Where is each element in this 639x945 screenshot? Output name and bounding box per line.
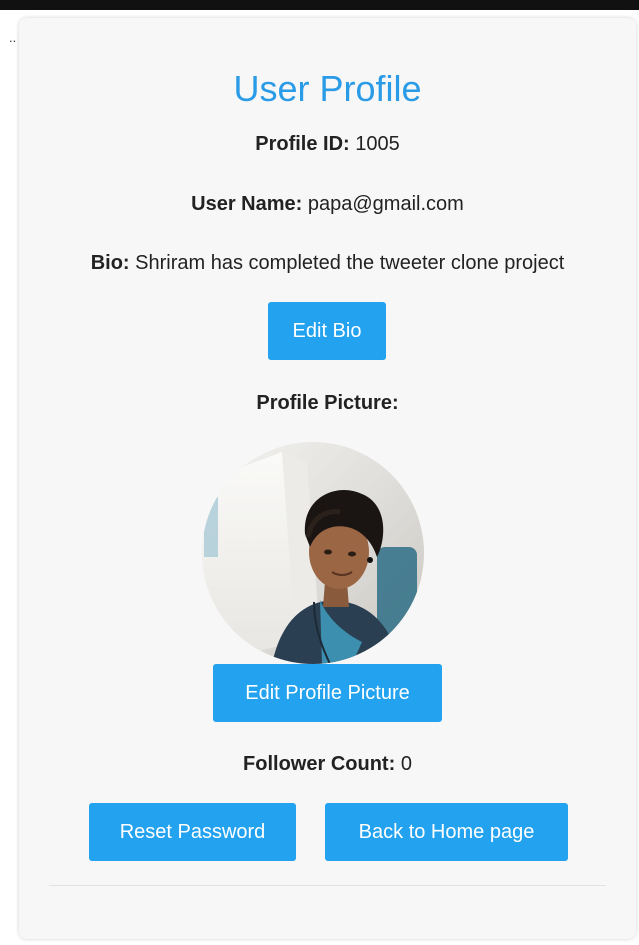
user-name-label: User Name: bbox=[191, 193, 303, 215]
user-name-value: papa@gmail.com bbox=[307, 193, 464, 215]
follower-count-row: Follower Count: 0 bbox=[19, 751, 636, 777]
profile-picture-label-row: Profile Picture: bbox=[19, 390, 636, 416]
edit-bio-button[interactable]: Edit Bio bbox=[268, 302, 386, 360]
bio-label: Bio: bbox=[90, 252, 130, 274]
ellipsis-text: .. bbox=[9, 30, 17, 45]
bio-value: Shriram has completed the tweeter clone … bbox=[135, 252, 565, 274]
reset-password-button[interactable]: Reset Password bbox=[89, 803, 296, 861]
follower-count-label: Follower Count: bbox=[243, 753, 396, 775]
bio-row: Bio: Shriram has completed the tweeter c… bbox=[19, 250, 636, 276]
profile-id-row: Profile ID: 1005 bbox=[19, 131, 636, 157]
edit-profile-picture-button[interactable]: Edit Profile Picture bbox=[213, 664, 442, 722]
page-title: User Profile bbox=[233, 68, 422, 109]
profile-id-label: Profile ID: bbox=[255, 133, 350, 155]
profile-card: User Profile Profile ID: 1005 User Name:… bbox=[19, 18, 636, 939]
browser-top-bar bbox=[0, 0, 639, 10]
avatar-illustration bbox=[202, 442, 424, 664]
profile-picture-label: Profile Picture: bbox=[256, 392, 399, 414]
profile-picture bbox=[202, 442, 424, 664]
divider bbox=[49, 885, 606, 886]
back-to-home-button[interactable]: Back to Home page bbox=[325, 803, 568, 861]
profile-id-value: 1005 bbox=[355, 133, 400, 155]
user-name-row: User Name: papa@gmail.com bbox=[19, 191, 636, 217]
follower-count-value: 0 bbox=[400, 753, 412, 775]
